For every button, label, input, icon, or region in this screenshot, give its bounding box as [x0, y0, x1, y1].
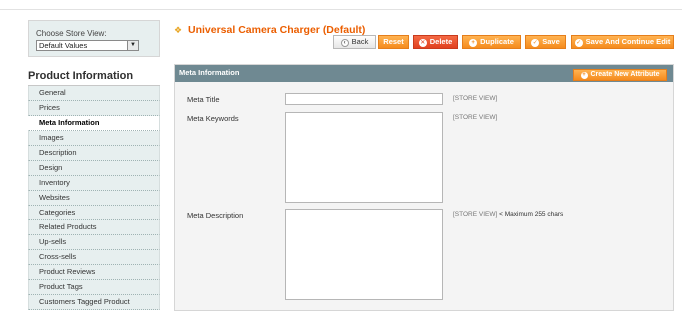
reset-button[interactable]: Reset — [378, 35, 409, 49]
meta-description-scope-row: [STORE VIEW] < Maximum 255 chars — [453, 211, 563, 218]
tab-categories[interactable]: Categories — [28, 205, 160, 221]
back-button-label: Back — [351, 37, 369, 46]
meta-information-fieldset: Meta Information + Create New Attribute M… — [174, 64, 674, 311]
sidebar-title: Product Information — [28, 70, 134, 82]
tab-customers-tagged-product[interactable]: Customers Tagged Product — [28, 295, 160, 311]
store-switcher: Choose Store View: Default Values ▼ — [28, 20, 160, 57]
meta-description-scope: [STORE VIEW] — [453, 211, 498, 218]
tab-product-tags[interactable]: Product Tags — [28, 280, 160, 296]
back-arrow-icon: ‹ — [340, 39, 349, 47]
plus-icon: + — [580, 72, 588, 79]
store-switcher-label: Choose Store View: — [36, 29, 107, 38]
tab-cross-sells[interactable]: Cross-sells — [28, 250, 160, 266]
reset-button-label: Reset — [383, 37, 404, 46]
delete-button[interactable]: ✕ Delete — [413, 35, 458, 49]
create-new-attribute-button[interactable]: + Create New Attribute — [573, 69, 667, 81]
chevron-down-icon[interactable]: ▼ — [127, 41, 138, 50]
duplicate-button-label: Duplicate — [480, 37, 514, 46]
tab-inventory[interactable]: Inventory — [28, 175, 160, 191]
meta-description-textarea[interactable] — [285, 209, 443, 300]
save-button[interactable]: ✓ Save — [525, 35, 566, 49]
tab-product-reviews[interactable]: Product Reviews — [28, 265, 160, 281]
save-button-label: Save — [542, 37, 560, 46]
delete-x-icon: ✕ — [418, 39, 427, 47]
meta-keywords-textarea[interactable] — [285, 112, 443, 203]
section-title: Meta Information — [179, 68, 240, 77]
tab-general[interactable]: General — [28, 86, 160, 101]
meta-title-label: Meta Title — [187, 95, 220, 104]
meta-description-note: < Maximum 255 chars — [499, 211, 564, 218]
plus-icon: + — [469, 39, 478, 47]
meta-description-label: Meta Description — [187, 211, 244, 220]
top-divider — [0, 9, 682, 10]
product-box-icon: ❖ — [174, 25, 183, 35]
store-view-select[interactable]: Default Values ▼ — [36, 40, 139, 51]
meta-keywords-label: Meta Keywords — [187, 114, 239, 123]
tab-up-sells[interactable]: Up-sells — [28, 235, 160, 251]
save-and-continue-label: Save And Continue Edit — [585, 37, 671, 46]
tab-prices[interactable]: Prices — [28, 100, 160, 116]
tab-design[interactable]: Design — [28, 160, 160, 176]
tab-description[interactable]: Description — [28, 145, 160, 161]
delete-button-label: Delete — [429, 37, 453, 46]
tab-images[interactable]: Images — [28, 130, 160, 146]
store-view-value: Default Values — [39, 41, 88, 50]
save-and-continue-button[interactable]: ✓ Save And Continue Edit — [571, 35, 674, 49]
check-icon: ✓ — [574, 39, 583, 47]
meta-keywords-scope: [STORE VIEW] — [453, 114, 498, 121]
create-new-attribute-label: Create New Attribute — [590, 71, 660, 78]
tab-related-products[interactable]: Related Products — [28, 220, 160, 236]
back-button[interactable]: ‹ Back — [333, 35, 376, 49]
tab-meta-information[interactable]: Meta Information — [28, 115, 160, 131]
meta-title-input[interactable] — [285, 93, 443, 105]
duplicate-button[interactable]: + Duplicate — [462, 35, 521, 49]
meta-title-scope: [STORE VIEW] — [453, 95, 498, 102]
tab-websites[interactable]: Websites — [28, 190, 160, 206]
check-icon: ✓ — [531, 39, 540, 47]
product-tabs: General Prices Meta Information Images D… — [28, 86, 160, 311]
